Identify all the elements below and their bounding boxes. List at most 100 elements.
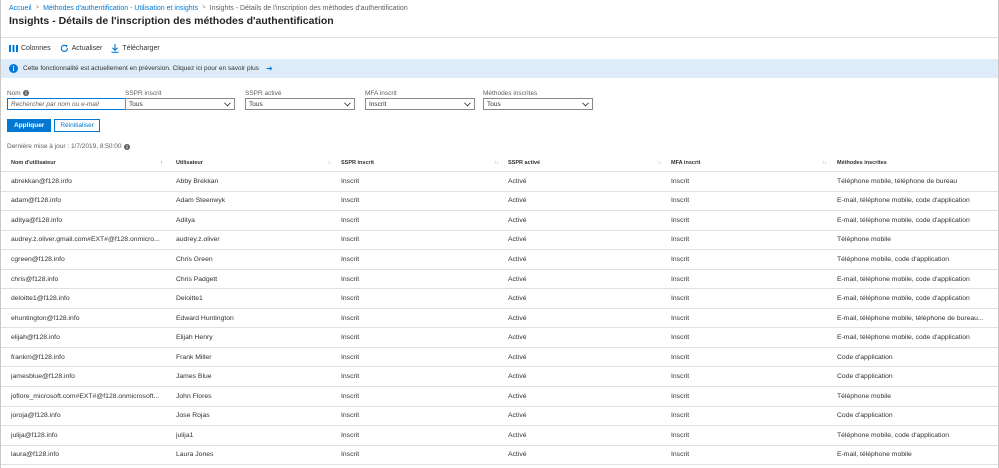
- cell-mfa-registered: Inscrit: [671, 295, 690, 303]
- table-row[interactable]: aditya@f128.info Aditya Inscrit Activé Inscr…: [1, 211, 998, 231]
- download-button[interactable]: Télécharger: [111, 43, 160, 53]
- cell-methods: Code d'application: [837, 373, 893, 381]
- cell-mfa-registered: Inscrit: [671, 451, 690, 459]
- table-row[interactable]: chris@f128.info Chris Padgett Inscrit Activ…: [1, 270, 998, 290]
- cell-sspr-enabled: Activé: [508, 451, 527, 459]
- cell-mfa-registered: Inscrit: [671, 216, 690, 224]
- filter-bar: Nom SSPR inscrit Tous SSPR activé Tous: [7, 89, 998, 111]
- cell-username: cgreen@f128.info: [11, 255, 65, 263]
- sspr-registered-filter: SSPR inscrit Tous: [125, 89, 235, 110]
- table-row[interactable]: frankm@f128.info Frank Miller Inscrit Activ…: [1, 348, 998, 368]
- cell-sspr-enabled: Activé: [508, 431, 527, 439]
- cell-sspr-enabled: Activé: [508, 216, 527, 224]
- cell-user: audrey.z.oliver: [176, 236, 220, 244]
- cell-username: elijah@f128.info: [11, 334, 60, 342]
- table-row[interactable]: elijah@f128.info Elijah Henry Inscrit Activ…: [1, 328, 998, 348]
- table-row[interactable]: deloitte1@f128.info Deloitte1 Inscrit Activ…: [1, 289, 998, 309]
- cell-mfa-registered: Inscrit: [671, 314, 690, 322]
- cell-sspr-enabled: Activé: [508, 353, 527, 361]
- app-frame: Accueil > Méthodes d'authentification - …: [0, 0, 999, 468]
- cell-sspr-enabled: Activé: [508, 177, 527, 185]
- cell-username: chris@f128.info: [11, 275, 59, 283]
- column-header-sspr-enabled[interactable]: SSPR activé ↑↓: [508, 155, 666, 171]
- cell-sspr-enabled: Activé: [508, 275, 527, 283]
- sort-up-icon: ↑: [160, 160, 164, 166]
- mfa-registered-dropdown[interactable]: Inscrit: [365, 98, 475, 110]
- info-icon[interactable]: [123, 143, 130, 150]
- methods-dropdown[interactable]: Tous: [483, 98, 593, 110]
- mfa-registered-value: Inscrit: [369, 100, 387, 108]
- refresh-label: Actualiser: [71, 44, 103, 52]
- cell-user: Jose Rojas: [176, 412, 210, 420]
- cell-user: Aditya: [176, 216, 195, 224]
- table-row[interactable]: cgreen@f128.info Chris Green Inscrit Activé…: [1, 250, 998, 270]
- refresh-button[interactable]: Actualiser: [60, 44, 103, 53]
- page-title: Insights - Détails de l'inscription des …: [9, 15, 334, 27]
- cell-methods: Téléphone mobile, téléphone de bureau: [837, 177, 958, 185]
- table-row[interactable]: ehuntington@f128.info Edward Huntington In…: [1, 309, 998, 329]
- cell-sspr-registered: Inscrit: [341, 412, 360, 420]
- column-header-user[interactable]: Utilisateur ↑↓: [176, 155, 336, 171]
- column-header-mfa-registered[interactable]: MFA inscrit ↑↓: [671, 155, 831, 171]
- table-body: abrekkan@f128.info Abby Brekkan Inscrit Act…: [1, 172, 998, 466]
- search-input[interactable]: [7, 98, 143, 110]
- cell-username: joflore_microsoft.com#EXT#@f128.onmicros…: [11, 392, 160, 400]
- cell-user: Elijah Henry: [176, 334, 213, 342]
- sspr-enabled-dropdown[interactable]: Tous: [245, 98, 355, 110]
- reset-button[interactable]: Réinitialiser: [54, 119, 100, 132]
- cell-user: John Flores: [176, 392, 212, 400]
- info-icon[interactable]: [22, 90, 29, 96]
- cell-sspr-registered: Inscrit: [341, 177, 360, 185]
- table-row[interactable]: audrey.z.oliver.gmail.com#EXT#@f128.onmi…: [1, 231, 998, 251]
- cell-mfa-registered: Inscrit: [671, 255, 690, 263]
- column-header-sspr-registered[interactable]: SSPR inscrit ↑↓: [341, 155, 503, 171]
- sspr-enabled-label: SSPR activé: [245, 89, 282, 97]
- cell-mfa-registered: Inscrit: [671, 431, 690, 439]
- column-header-methods[interactable]: Méthodes inscrites: [837, 155, 997, 171]
- arrow-right-icon: ➔: [265, 64, 273, 73]
- toolbar: Colonnes Actualiser Télécharger: [9, 42, 160, 54]
- table-row[interactable]: joroja@f128.info Jose Rojas Inscrit Activé I…: [1, 407, 998, 427]
- table-row[interactable]: joflore_microsoft.com#EXT#@f128.onmicros…: [1, 387, 998, 407]
- breadcrumb-home[interactable]: Accueil: [9, 5, 32, 12]
- sspr-registered-dropdown[interactable]: Tous: [125, 98, 235, 110]
- cell-methods: Code d'application: [837, 412, 893, 420]
- cell-sspr-registered: Inscrit: [341, 255, 360, 263]
- cell-username: ehuntington@f128.info: [11, 314, 80, 322]
- cell-sspr-registered: Inscrit: [341, 334, 360, 342]
- column-header-label: SSPR inscrit: [341, 160, 375, 166]
- cell-methods: E-mail, téléphone mobile, code d'applica…: [837, 197, 970, 205]
- cell-mfa-registered: Inscrit: [671, 353, 690, 361]
- breadcrumb: Accueil > Méthodes d'authentification - …: [9, 3, 408, 13]
- cell-methods: E-mail, téléphone mobile, code d'applica…: [837, 216, 970, 224]
- table-row[interactable]: jamesblue@f128.info James Blue Inscrit Acti…: [1, 367, 998, 388]
- table-row[interactable]: adam@f128.info Adam Steenwyk Inscrit Activé…: [1, 192, 998, 212]
- cell-sspr-enabled: Activé: [508, 392, 527, 400]
- download-icon: [111, 43, 119, 53]
- mfa-registered-filter: MFA inscrit Inscrit: [365, 89, 475, 110]
- cell-sspr-enabled: Activé: [508, 373, 527, 381]
- divider: [1, 37, 998, 38]
- methods-filter: Méthodes inscrites Tous: [483, 89, 593, 110]
- columns-label: Colonnes: [21, 44, 51, 52]
- cell-methods: E-mail, téléphone mobile, code d'applica…: [837, 275, 970, 283]
- download-label: Télécharger: [122, 44, 160, 52]
- breadcrumb-auth-methods[interactable]: Méthodes d'authentification - Utilisatio…: [43, 5, 198, 12]
- cell-sspr-registered: Inscrit: [341, 373, 360, 381]
- apply-button[interactable]: Appliquer: [7, 119, 52, 132]
- breadcrumb-current: Insights - Détails de l'inscription des …: [209, 4, 408, 12]
- column-header-username[interactable]: Nom d'utilisateur ↑: [11, 155, 167, 171]
- info-icon: [9, 64, 18, 73]
- columns-button[interactable]: Colonnes: [9, 44, 51, 52]
- sspr-enabled-value: Tous: [249, 100, 263, 108]
- chevron-down-icon: [224, 101, 231, 106]
- preview-banner[interactable]: Cette fonctionnalité est actuellement en…: [1, 59, 998, 78]
- table-row[interactable]: laura@f128.info Laura Jones Inscrit Activé I…: [1, 446, 998, 466]
- table-row[interactable]: abrekkan@f128.info Abby Brekkan Inscrit Act…: [1, 172, 998, 192]
- methods-label: Méthodes inscrites: [483, 89, 538, 97]
- cell-sspr-enabled: Activé: [508, 314, 527, 322]
- sort-icon: ↑↓: [822, 160, 827, 166]
- cell-username: adam@f128.info: [11, 197, 61, 205]
- cell-methods: Téléphone mobile, code d'application: [837, 431, 950, 439]
- table-row[interactable]: julija@f128.info julija1 Inscrit Activé Insc…: [1, 426, 998, 446]
